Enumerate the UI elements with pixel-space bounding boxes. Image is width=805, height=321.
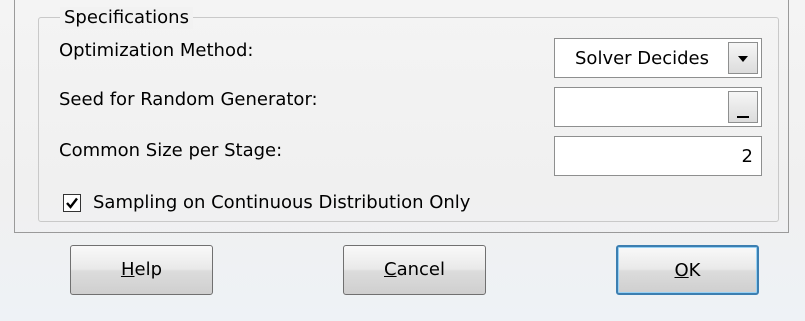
optimization-method-select[interactable]: Solver Decides [554, 38, 762, 78]
ok-button[interactable]: OK [616, 245, 759, 295]
cancel-button[interactable]: Cancel [343, 245, 486, 295]
specifications-dialog: Specifications Optimization Method: Solv… [0, 0, 805, 321]
optimization-method-value: Solver Decides [575, 48, 709, 69]
ellipsis-button[interactable] [728, 91, 758, 123]
common-size-label: Common Size per Stage: [59, 140, 283, 161]
ok-label-rest: K [688, 260, 701, 281]
cancel-label-rest: ancel [396, 259, 445, 280]
common-size-input[interactable]: 2 [554, 136, 762, 176]
dialog-border-right [788, 0, 789, 232]
cancel-mnemonic: C [384, 259, 397, 280]
ellipsis-icon [737, 116, 749, 118]
chevron-down-icon [738, 56, 748, 62]
sampling-checkbox-label: Sampling on Continuous Distribution Only [93, 192, 471, 213]
sampling-checkbox[interactable] [63, 194, 81, 212]
seed-input[interactable] [554, 87, 762, 127]
seed-label: Seed for Random Generator: [59, 89, 318, 110]
ok-mnemonic: O [674, 260, 689, 281]
checkmark-icon [66, 197, 78, 209]
optimization-method-label: Optimization Method: [59, 40, 254, 61]
help-label-rest: elp [134, 259, 163, 280]
dialog-border-bottom [14, 232, 789, 233]
help-button[interactable]: Help [70, 245, 213, 295]
common-size-value: 2 [741, 146, 753, 167]
dropdown-button[interactable] [728, 42, 758, 74]
help-mnemonic: H [120, 259, 135, 280]
dialog-border-left [14, 0, 15, 232]
group-legend: Specifications [60, 7, 193, 29]
